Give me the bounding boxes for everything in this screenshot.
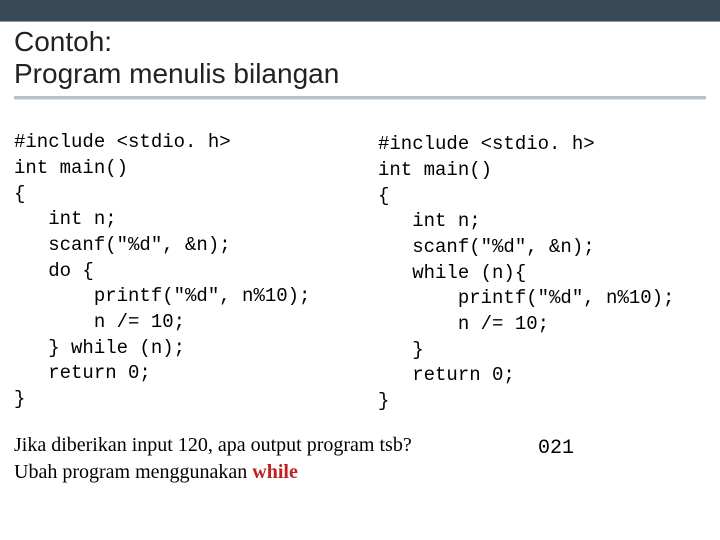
code-block-while: #include <stdio. h> int main() { int n; … (378, 132, 674, 414)
title-divider (14, 96, 706, 100)
title-block: Contoh: Program menulis bilangan (0, 22, 720, 110)
question-block: Jika diberikan input 120, apa output pro… (14, 432, 412, 486)
keyword-while: while (252, 461, 298, 483)
question-line-2-prefix: Ubah program menggunakan (14, 461, 252, 483)
code-block-do-while: #include <stdio. h> int main() { int n; … (14, 130, 310, 412)
code-area: #include <stdio. h> int main() { int n; … (0, 110, 720, 430)
title-line-1: Contoh: (14, 26, 706, 58)
title-line-2: Program menulis bilangan (14, 58, 706, 90)
header-bar (0, 0, 720, 22)
question-line-2: Ubah program menggunakan while (14, 459, 412, 486)
question-line-1: Jika diberikan input 120, apa output pro… (14, 432, 412, 459)
answer-text: 021 (538, 437, 574, 460)
